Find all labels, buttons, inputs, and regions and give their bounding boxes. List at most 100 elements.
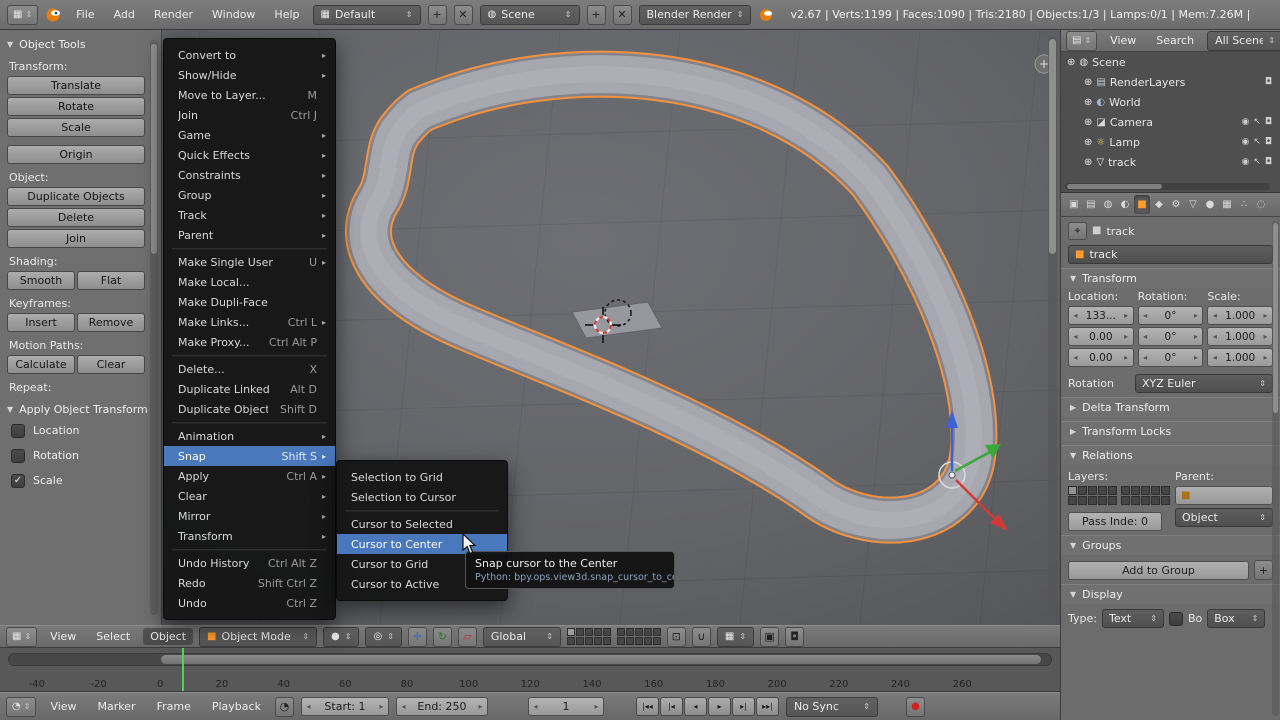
expand-icon[interactable]: ⊕ (1084, 97, 1092, 108)
insert-keyframe-button[interactable]: Insert (7, 313, 75, 332)
outliner-item-camera[interactable]: ⊕ ◪ Camera ◉↖◘ (1061, 112, 1280, 132)
panel-collapse-icon[interactable]: ▶ (1070, 427, 1076, 436)
playback-button[interactable]: |◂ (660, 697, 683, 716)
increment-icon[interactable]: ▸ (1261, 332, 1270, 341)
3d-viewport[interactable]: + ▼Object Tools Transform: Translate Rot… (0, 30, 1060, 625)
view-menu[interactable]: View (43, 628, 83, 645)
timeline-scrollbar-handle[interactable] (161, 655, 1041, 664)
join-button[interactable]: Join (7, 229, 145, 248)
panel-collapse-icon[interactable]: ▼ (7, 40, 13, 49)
render-toggle-icon[interactable]: ◘ (1265, 77, 1272, 87)
decrement-icon[interactable]: ◂ (1141, 332, 1150, 341)
scale-field[interactable]: ◂1.000▸ (1207, 327, 1273, 346)
properties-tab[interactable]: ● (1202, 195, 1218, 214)
menu-item[interactable]: Make Dupli-Face (164, 292, 335, 312)
menu-item[interactable]: Convert to ▸ (164, 45, 335, 65)
preview-range-toggle[interactable]: ◔ (275, 697, 294, 717)
properties-tab[interactable]: ◐ (1117, 195, 1133, 214)
decrement-icon[interactable]: ◂ (531, 702, 540, 711)
apply-location-row[interactable]: Location (7, 418, 145, 443)
panel-collapse-icon[interactable]: ▼ (1070, 541, 1076, 550)
lock-to-scene-button[interactable]: ⊡ (667, 627, 686, 647)
mode-selector[interactable]: ■Object Mode⇕ (199, 627, 317, 647)
menu-item[interactable]: Quick Effects ▸ (164, 145, 335, 165)
panel-collapse-icon[interactable]: ▼ (7, 405, 13, 414)
manipulator-scale-button[interactable]: ▱ (458, 627, 477, 647)
menu-item[interactable]: Duplicate Objects Shift D (164, 399, 335, 419)
delete-button[interactable]: Delete (7, 208, 145, 227)
expand-icon[interactable]: ⊕ (1084, 137, 1092, 148)
origin-button[interactable]: Origin (7, 145, 145, 164)
expand-icon[interactable]: ⊕ (1084, 77, 1092, 88)
menu-item[interactable]: Track ▸ (164, 205, 335, 225)
selectability-icon[interactable]: ↖ (1253, 117, 1261, 127)
timeline-frame-menu[interactable]: Frame (150, 698, 198, 715)
outliner-item-world[interactable]: ⊕ ◐ World (1061, 92, 1280, 112)
outliner-item-renderlayers[interactable]: ⊕ ▤ RenderLayers ◘ (1061, 72, 1280, 92)
menu-help[interactable]: Help (268, 5, 305, 24)
decrement-icon[interactable]: ◂ (1210, 311, 1219, 320)
delete-scene-button[interactable]: ✕ (613, 5, 632, 25)
outliner-view-menu[interactable]: View (1103, 32, 1143, 49)
properties-tab[interactable]: ◍ (1100, 195, 1116, 214)
new-group-button[interactable]: + (1254, 560, 1273, 580)
menu-item[interactable]: Undo History Ctrl Alt Z (164, 553, 335, 573)
timeline-playback-menu[interactable]: Playback (205, 698, 268, 715)
menu-item[interactable]: Selection to Grid (337, 467, 507, 487)
expand-icon[interactable]: ⊕ (1067, 57, 1075, 68)
menu-item[interactable]: Make Single User U ▸ (164, 252, 335, 272)
rotation-field[interactable]: ◂0°▸ (1138, 306, 1204, 325)
opengl-render-button[interactable]: ▣ (760, 627, 779, 647)
increment-icon[interactable]: ▸ (1191, 332, 1200, 341)
playback-button[interactable]: ▸| (732, 697, 755, 716)
translate-button[interactable]: Translate (7, 76, 145, 95)
transform-orientation-selector[interactable]: Global⇕ (483, 627, 561, 647)
properties-tab[interactable]: ∴ (1236, 195, 1252, 214)
timeline-marker-menu[interactable]: Marker (91, 698, 143, 715)
outliner-scrollbar[interactable] (1065, 183, 1270, 190)
playback-button[interactable]: |◂◂ (636, 697, 659, 716)
render-toggle-icon[interactable]: ◘ (1265, 137, 1272, 147)
properties-tab[interactable]: ◌ (1253, 195, 1269, 214)
editor-type-button[interactable]: ▦⇕ (6, 627, 37, 647)
visibility-eye-icon[interactable]: ◉ (1241, 157, 1249, 167)
add-layout-button[interactable]: + (428, 5, 447, 25)
properties-tab[interactable]: ⚙ (1168, 195, 1184, 214)
menu-item[interactable]: Make Links... Ctrl L ▸ (164, 312, 335, 332)
increment-icon[interactable]: ▸ (377, 702, 386, 711)
add-scene-button[interactable]: + (587, 5, 606, 25)
menu-item[interactable]: Selection to Cursor (337, 487, 507, 507)
menu-item[interactable]: Mirror ▸ (164, 506, 335, 526)
editor-type-button[interactable]: ▦⇕ (7, 5, 38, 25)
record-button[interactable]: ● (906, 697, 925, 717)
menu-item[interactable] (337, 507, 507, 514)
opengl-render-anim-button[interactable]: ◘ (785, 627, 804, 647)
menu-item[interactable]: Group ▸ (164, 185, 335, 205)
current-frame-indicator[interactable] (182, 648, 184, 692)
menu-item[interactable]: Animation ▸ (164, 426, 335, 446)
outliner-search-menu[interactable]: Search (1149, 32, 1201, 49)
increment-icon[interactable]: ▸ (1191, 353, 1200, 362)
scale-field[interactable]: ◂1.000▸ (1207, 348, 1273, 367)
playback-button[interactable]: ▸ (708, 697, 731, 716)
playback-button[interactable]: ▸▸| (756, 697, 779, 716)
object-layers-right[interactable] (1121, 486, 1170, 505)
outliner-item-track[interactable]: ⊕ ▽ track ◉↖◘ (1061, 152, 1280, 172)
menu-item[interactable]: Show/Hide ▸ (164, 65, 335, 85)
decrement-icon[interactable]: ◂ (1071, 353, 1080, 362)
visibility-eye-icon[interactable]: ◉ (1241, 117, 1249, 127)
smooth-button[interactable]: Smooth (7, 271, 75, 290)
menu-item[interactable]: Constraints ▸ (164, 165, 335, 185)
object-layers-left[interactable] (1068, 486, 1117, 505)
track-mesh[interactable] (368, 74, 974, 520)
properties-tab[interactable]: ◆ (1151, 195, 1167, 214)
outliner-item-scene[interactable]: ⊕ ◍ Scene (1061, 52, 1280, 72)
calculate-paths-button[interactable]: Calculate (7, 355, 75, 374)
increment-icon[interactable]: ▸ (476, 702, 485, 711)
timeline-track-area[interactable]: -40-200204060801001201401601802002202402… (0, 648, 1060, 692)
location-checkbox[interactable] (11, 424, 25, 438)
scene-selector[interactable]: ◍Scene⇕ (480, 5, 580, 25)
outliner-item-lamp[interactable]: ⊕ ☼ Lamp ◉↖◘ (1061, 132, 1280, 152)
render-engine-selector[interactable]: Blender Render⇕ (639, 5, 751, 25)
menu-item[interactable]: Parent ▸ (164, 225, 335, 245)
